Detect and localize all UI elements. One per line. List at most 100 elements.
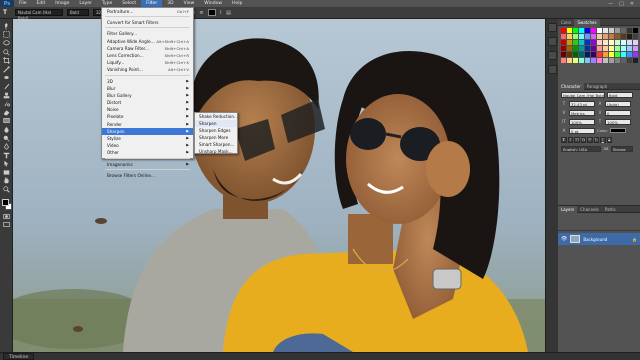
color-swatch[interactable] (633, 52, 638, 57)
color-swatch[interactable] (633, 34, 638, 39)
color-swatch[interactable] (591, 34, 596, 39)
color-swatch[interactable] (633, 58, 638, 63)
color-swatch[interactable] (585, 40, 590, 45)
color-swatch[interactable] (573, 40, 578, 45)
move-tool-icon[interactable] (2, 22, 11, 31)
close-icon[interactable]: ✕ (630, 1, 634, 7)
visibility-eye-icon[interactable]: 👁 (561, 236, 567, 242)
character-style-select[interactable]: Bold (607, 91, 633, 98)
color-swatch[interactable] (633, 46, 638, 51)
character-baseline-field[interactable]: 0 pt (569, 127, 595, 134)
color-swatch[interactable] (579, 46, 584, 51)
color-swatch[interactable] (621, 52, 626, 57)
color-swatch[interactable] (579, 34, 584, 39)
healing-brush-tool-icon[interactable] (2, 74, 11, 83)
color-swatch[interactable] (609, 58, 614, 63)
character-panel-icon[interactable]: ▤ (226, 10, 231, 16)
filter-item-convert-for-smart-filters[interactable]: Convert for Smart Filters (102, 19, 193, 26)
color-swatch[interactable] (615, 28, 620, 33)
color-swatch[interactable] (591, 28, 596, 33)
marquee-tool-icon[interactable] (2, 31, 11, 40)
character-kerning-field[interactable]: Metrics (569, 109, 595, 116)
color-swatch[interactable] (633, 28, 638, 33)
superscript-button[interactable]: T¹ (587, 136, 593, 143)
filter-item-distort[interactable]: Distort ▶ (102, 99, 193, 106)
color-swatch[interactable] (561, 40, 566, 45)
color-swatch[interactable] (603, 58, 608, 63)
color-swatch[interactable] (633, 40, 638, 45)
minimize-icon[interactable]: — (608, 1, 613, 7)
color-swatch[interactable] (579, 58, 584, 63)
color-swatch[interactable] (603, 34, 608, 39)
menu-window[interactable]: Window (199, 0, 227, 7)
shape-tool-icon[interactable] (2, 168, 11, 177)
faux-bold-button[interactable]: T (561, 136, 567, 143)
sharpen-item-shake-reduction[interactable]: Shake Reduction... (195, 113, 238, 120)
color-swatch[interactable] (591, 46, 596, 51)
gradient-tool-icon[interactable] (2, 117, 11, 126)
color-swatch[interactable] (621, 34, 626, 39)
color-swatch[interactable] (609, 46, 614, 51)
sharpen-item-unsharp-mask[interactable]: Unsharp Mask... (195, 148, 237, 155)
filter-item-liquify[interactable]: Liquify... Shift+Ctrl+X (102, 59, 193, 66)
quick-select-tool-icon[interactable] (2, 48, 11, 57)
tab-character[interactable]: Character (558, 82, 584, 90)
all-caps-button[interactable]: TT (574, 136, 580, 143)
sharpen-item-smart-sharpen[interactable]: Smart Sharpen... (195, 141, 237, 148)
color-swatch[interactable] (609, 40, 614, 45)
filter-item-portraiture[interactable]: Portraiture... Ctrl+F (102, 8, 193, 15)
brush-panel-icon[interactable] (547, 51, 557, 60)
sharpen-item-sharpen[interactable]: Sharpen (195, 120, 237, 127)
color-swatch[interactable] (615, 58, 620, 63)
color-swatch[interactable] (567, 46, 572, 51)
color-swatch[interactable] (603, 40, 608, 45)
filter-item-blur[interactable]: Blur ▶ (102, 85, 193, 92)
tab-layers[interactable]: Layers (558, 205, 578, 213)
character-leading-field[interactable]: (Auto) (605, 100, 631, 107)
font-style-select[interactable]: Bold (67, 9, 89, 16)
color-swatch[interactable] (621, 46, 626, 51)
menu-select[interactable]: Select (117, 0, 141, 7)
properties-panel-icon[interactable] (547, 37, 557, 46)
small-caps-button[interactable]: Tt (580, 136, 586, 143)
blur-tool-icon[interactable] (2, 125, 11, 134)
maximize-icon[interactable]: □ (619, 1, 624, 7)
color-swatch[interactable] (627, 28, 632, 33)
faux-italic-button[interactable]: T (567, 136, 573, 143)
filter-item-sharpen[interactable]: Sharpen ▶ (102, 127, 193, 135)
filter-item-browse-filters-online[interactable]: Browse Filters Online... (102, 172, 193, 179)
filter-item-vanishing-point[interactable]: Vanishing Point... Alt+Ctrl+V (102, 66, 193, 73)
menu-file[interactable]: File (14, 0, 32, 7)
character-font-select[interactable]: Nautal Cam (Hal Bold) (561, 91, 605, 98)
color-swatch[interactable] (561, 52, 566, 57)
crop-tool-icon[interactable] (2, 56, 11, 65)
warp-text-icon[interactable]: ⌇ (220, 10, 222, 16)
quick-mask-icon[interactable] (2, 212, 11, 221)
filter-item-render[interactable]: Render ▶ (102, 121, 193, 128)
lasso-tool-icon[interactable] (2, 39, 11, 48)
anti-alias-select[interactable]: Strong (611, 145, 633, 152)
language-select[interactable]: English: USA (561, 145, 601, 152)
brush-tool-icon[interactable] (2, 82, 11, 91)
color-swatch[interactable] (621, 28, 626, 33)
zoom-tool-icon[interactable] (2, 185, 11, 194)
color-swatch[interactable] (615, 34, 620, 39)
color-swatch[interactable] (585, 46, 590, 51)
color-swatch[interactable] (579, 52, 584, 57)
layer-row-background[interactable]: 👁 Background 🔒 (558, 233, 640, 245)
menu-edit[interactable]: Edit (32, 0, 51, 7)
color-swatch[interactable] (573, 46, 578, 51)
color-swatch[interactable] (621, 58, 626, 63)
tab-color[interactable]: Color (558, 19, 574, 26)
color-swatch[interactable] (621, 40, 626, 45)
filter-item-3d[interactable]: 3D ▶ (102, 78, 193, 85)
color-swatch[interactable] (561, 28, 566, 33)
type-tool-icon[interactable]: T (3, 9, 11, 16)
color-swatch[interactable] (591, 52, 596, 57)
text-color-swatch[interactable] (207, 9, 216, 16)
color-swatch[interactable] (597, 46, 602, 51)
tab-paths[interactable]: Paths (602, 206, 619, 213)
underline-button[interactable]: T (600, 136, 606, 143)
menu-filter[interactable]: Filter (141, 0, 163, 7)
color-swatch[interactable] (597, 52, 602, 57)
